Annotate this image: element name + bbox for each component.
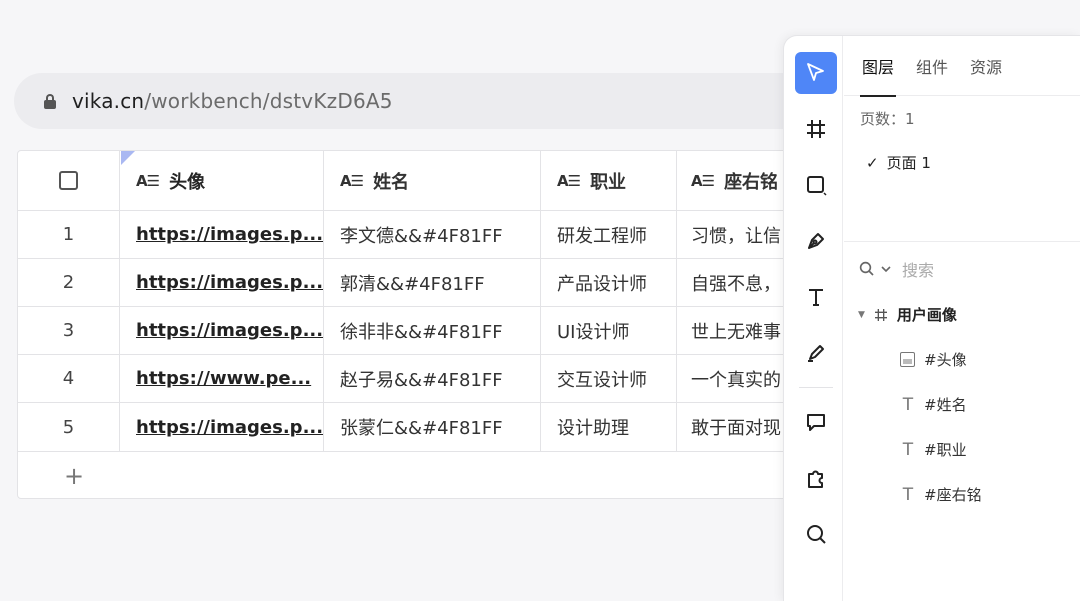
check-icon: ✓ [866, 153, 879, 172]
column-header-job[interactable]: A☰ 职业 [541, 151, 677, 211]
layer-item[interactable]: T #职业 [900, 439, 967, 460]
data-table: A☰ 头像 A☰ 姓名 A☰ 职业 A☰ 座右铭 1 https://images.p.… [17, 150, 817, 499]
chevron-down-icon [881, 266, 891, 273]
job-cell[interactable]: 研发工程师 [541, 211, 677, 259]
table-header: A☰ 头像 A☰ 姓名 A☰ 职业 A☰ 座右铭 [18, 151, 816, 211]
row-number: 2 [18, 259, 120, 307]
comment-tool-button[interactable] [795, 401, 837, 443]
pencil-icon [808, 345, 824, 362]
layer-item[interactable]: T #姓名 [900, 394, 967, 415]
expand-triangle-icon[interactable]: ▼ [858, 310, 865, 320]
name-cell[interactable]: 赵子易&&#4F81FF [324, 355, 541, 403]
frame-name: 用户画像 [896, 306, 957, 324]
text-field-icon: A☰ [557, 171, 581, 190]
layer-item[interactable]: #头像 [900, 349, 967, 370]
panel-tabs: 图层 组件 资源 [844, 36, 1080, 97]
avatar-link[interactable]: https://images.p... [136, 224, 323, 245]
table-row[interactable]: 4 https://www.pe... 赵子易&&#4F81FF 交互设计师 一… [18, 355, 816, 403]
shape-tool-button[interactable] [795, 164, 837, 206]
job-cell[interactable]: 设计助理 [541, 403, 677, 452]
name-cell[interactable]: 张蒙仁&&#4F81FF [324, 403, 541, 452]
column-header-name[interactable]: A☰ 姓名 [324, 151, 541, 211]
table-row[interactable]: 1 https://images.p... 李文德&&#4F81FF 研发工程师… [18, 211, 816, 259]
search-tool-button[interactable] [795, 513, 837, 555]
row-number: 4 [18, 355, 120, 403]
text-icon: T [902, 484, 914, 505]
job-cell[interactable]: 产品设计师 [541, 259, 677, 307]
comment-icon [807, 414, 825, 431]
row-number: 5 [18, 403, 120, 452]
panel-divider [844, 241, 1080, 242]
tab-components[interactable]: 组件 [916, 36, 948, 96]
name-cell[interactable]: 徐非非&&#4F81FF [324, 307, 541, 355]
cursor-icon [807, 63, 824, 81]
table-row[interactable]: 2 https://images.p... 郭清&&#4F81FF 产品设计师 … [18, 259, 816, 307]
text-field-icon: A☰ [340, 171, 364, 190]
url-text[interactable]: vika.cn/workbench/dstvKzD6A5 [72, 89, 393, 113]
pen-tool-button[interactable] [795, 220, 837, 262]
column-header-avatar[interactable]: A☰ 头像 [120, 151, 324, 211]
avatar-link[interactable]: https://images.p... [136, 272, 323, 293]
name-cell[interactable]: 郭清&&#4F81FF [324, 259, 541, 307]
search-icon [807, 525, 826, 544]
text-field-icon: A☰ [136, 171, 160, 190]
row-number: 1 [18, 211, 120, 259]
pen-icon [808, 233, 824, 249]
image-icon [900, 352, 915, 367]
search-icon [859, 261, 874, 276]
avatar-link[interactable]: https://images.p... [136, 320, 323, 341]
text-tool-button[interactable] [795, 276, 837, 318]
avatar-link[interactable]: https://images.p... [136, 417, 323, 438]
page-name: 页面 1 [886, 154, 931, 172]
select-all-cell[interactable] [18, 151, 120, 211]
page-item[interactable]: ✓ 页面 1 [866, 152, 931, 173]
tool-bar [784, 36, 843, 601]
design-panel: 图层 组件 资源 页数：1 ✓ 页面 1 搜索 ▼ 用户画像 #头像 T #姓名… [783, 35, 1080, 601]
job-cell[interactable]: 交互设计师 [541, 355, 677, 403]
pencil-tool-button[interactable] [795, 332, 837, 374]
tab-layers[interactable]: 图层 [859, 36, 897, 97]
plus-icon: + [64, 461, 85, 490]
table-row[interactable]: 3 https://images.p... 徐非非&&#4F81FF UI设计师… [18, 307, 816, 355]
frame-icon [807, 120, 825, 138]
layer-item[interactable]: T #座右铭 [900, 484, 982, 505]
pages-count-label: 页数：1 [860, 110, 915, 128]
text-field-icon: A☰ [691, 171, 715, 190]
rectangle-icon [807, 176, 827, 196]
layer-frame-item[interactable]: ▼ 用户画像 [858, 304, 957, 325]
text-icon: T [902, 439, 914, 460]
row-number: 3 [18, 307, 120, 355]
frame-icon [874, 308, 887, 321]
puzzle-icon [808, 470, 823, 488]
table-row[interactable]: 5 https://images.p... 张蒙仁&&#4F81FF 设计助理 … [18, 403, 816, 452]
avatar-link[interactable]: https://www.pe... [136, 368, 311, 389]
text-icon: T [902, 394, 914, 415]
tab-assets[interactable]: 资源 [970, 36, 1002, 96]
job-cell[interactable]: UI设计师 [541, 307, 677, 355]
text-icon [809, 289, 823, 306]
plugin-tool-button[interactable] [795, 457, 837, 499]
address-bar[interactable]: vika.cn/workbench/dstvKzD6A5 [14, 73, 814, 129]
add-row-button[interactable]: + [18, 452, 816, 498]
layer-search[interactable]: 搜索 [858, 257, 934, 281]
frame-tool-button[interactable] [795, 108, 837, 150]
select-all-checkbox[interactable] [59, 171, 78, 190]
search-placeholder: 搜索 [902, 261, 935, 280]
toolbar-divider [799, 387, 833, 388]
lock-icon [44, 93, 56, 109]
name-cell[interactable]: 李文德&&#4F81FF [324, 211, 541, 259]
select-tool-button[interactable] [795, 52, 837, 94]
